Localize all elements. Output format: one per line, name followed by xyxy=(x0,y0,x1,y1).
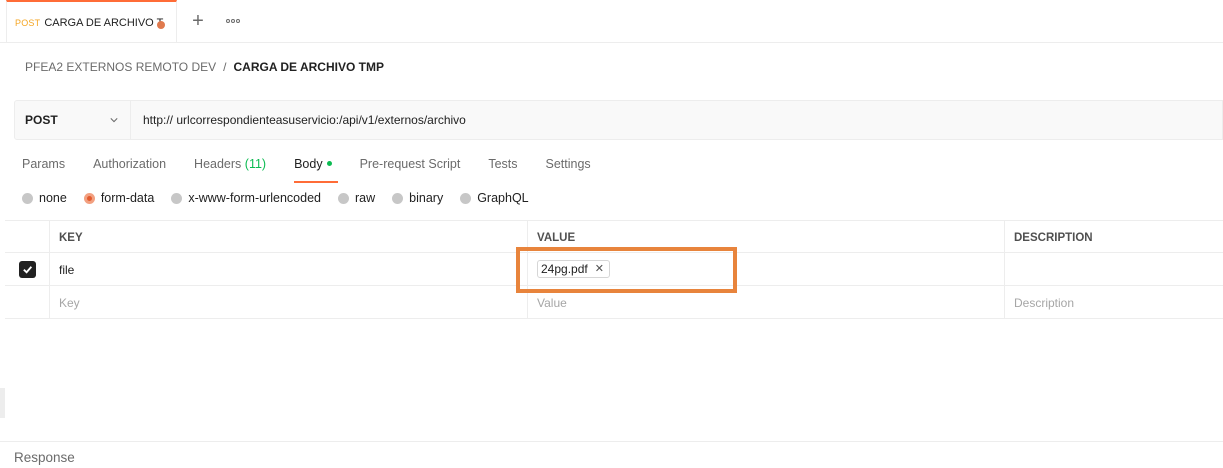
column-header-description: DESCRIPTION xyxy=(1014,231,1093,244)
radio-form-data[interactable]: form-data xyxy=(83,191,154,205)
tab-method-label: POST xyxy=(15,17,41,28)
url-bar: POST http:// urlcorrespondienteasuservic… xyxy=(14,100,1223,140)
description-cell[interactable] xyxy=(1005,253,1223,286)
radio-icon xyxy=(22,192,33,204)
radio-selected-icon xyxy=(83,192,95,204)
response-label: Response xyxy=(14,450,75,465)
tab-headers[interactable]: Headers (11) xyxy=(194,155,266,181)
description-input[interactable]: Description xyxy=(1005,286,1223,319)
breadcrumb-collection[interactable]: PFEA2 EXTERNOS REMOTO DEV xyxy=(25,60,216,74)
method-label: POST xyxy=(25,113,58,127)
request-tab[interactable]: POST CARGA DE ARCHIVO T xyxy=(6,0,177,43)
plus-icon[interactable]: + xyxy=(188,11,208,31)
breadcrumb-request-name[interactable]: CARGA DE ARCHIVO TMP xyxy=(234,60,384,74)
request-tabs: Params Authorization Headers (11) Body P… xyxy=(22,155,619,183)
close-icon[interactable]: ✕ xyxy=(595,262,604,275)
radio-raw[interactable]: raw xyxy=(338,191,375,205)
body-type-selector: none form-data x-www-form-urlencoded raw… xyxy=(22,191,546,205)
tab-params[interactable]: Params xyxy=(22,155,65,181)
key-input[interactable]: Key xyxy=(50,286,528,319)
row-check-cell xyxy=(5,286,50,319)
tab-tests[interactable]: Tests xyxy=(488,155,517,181)
radio-binary[interactable]: binary xyxy=(392,191,443,205)
url-path: :/api/v1/externos/archivo xyxy=(335,113,466,127)
tab-pre-request-script[interactable]: Pre-request Script xyxy=(360,155,461,181)
tab-body[interactable]: Body xyxy=(294,155,338,183)
response-pane xyxy=(0,441,1223,468)
tab-authorization[interactable]: Authorization xyxy=(93,155,166,181)
file-name: 24pg.pdf xyxy=(541,261,588,276)
checkbox-checked-icon[interactable] xyxy=(18,261,36,278)
breadcrumb-separator: / xyxy=(223,60,227,74)
left-scrollbar[interactable] xyxy=(0,388,5,418)
radio-icon xyxy=(338,192,349,204)
table-header-row: KEY VALUE DESCRIPTION xyxy=(5,220,1223,254)
file-chip[interactable]: 24pg.pdf ✕ xyxy=(537,259,610,278)
table-row-placeholder: Key Value Description xyxy=(5,286,1223,319)
radio-icon xyxy=(171,192,183,204)
value-input[interactable]: Value xyxy=(528,286,1005,319)
radio-graphql[interactable]: GraphQL xyxy=(460,191,529,205)
value-cell[interactable]: 24pg.pdf ✕ xyxy=(528,253,1005,286)
row-check-cell xyxy=(5,253,50,286)
header-check-cell xyxy=(5,221,50,254)
column-header-key: KEY xyxy=(50,221,528,254)
column-header-value: VALUE xyxy=(528,221,1005,254)
tab-settings[interactable]: Settings xyxy=(546,155,591,181)
url-host: urlcorrespondienteasuservicio xyxy=(176,113,336,127)
method-select[interactable]: POST xyxy=(15,101,131,139)
table-row: file 24pg.pdf ✕ xyxy=(5,253,1223,286)
radio-icon xyxy=(460,192,472,204)
radio-x-www-form-urlencoded[interactable]: x-www-form-urlencoded xyxy=(171,191,321,205)
more-horizontal-icon[interactable] xyxy=(226,16,242,26)
tab-title: CARGA DE ARCHIVO T xyxy=(44,16,164,29)
chevron-down-icon xyxy=(110,118,118,123)
key-cell[interactable]: file xyxy=(50,253,528,286)
radio-icon xyxy=(392,192,404,204)
body-indicator-dot-icon xyxy=(326,161,332,167)
breadcrumb: PFEA2 EXTERNOS REMOTO DEV / CARGA DE ARC… xyxy=(25,60,384,74)
headers-count: (11) xyxy=(244,157,267,171)
url-input[interactable]: http:// urlcorrespondienteasuservicio:/a… xyxy=(131,113,466,127)
url-prefix: http:// xyxy=(143,113,177,127)
form-data-table: KEY VALUE DESCRIPTION file 24pg.pdf ✕ Ke… xyxy=(5,220,1223,319)
tab-strip: POST CARGA DE ARCHIVO T + xyxy=(0,0,1223,43)
unsaved-dot-icon xyxy=(157,21,165,29)
radio-none[interactable]: none xyxy=(22,191,67,205)
